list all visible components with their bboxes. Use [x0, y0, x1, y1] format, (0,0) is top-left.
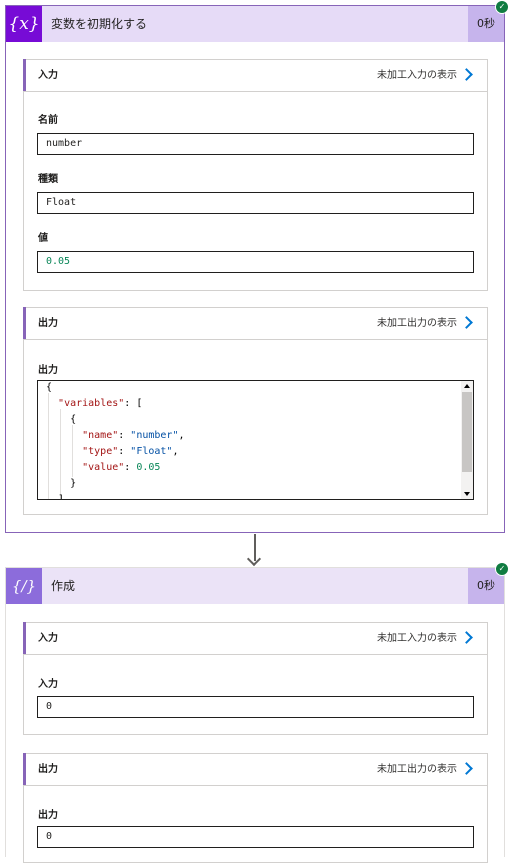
code-token: 0.05	[136, 462, 161, 473]
code-token: "number"	[130, 430, 179, 441]
code-token: "type"	[82, 446, 119, 457]
outputs-section: 出力 未加工出力の表示 出力 { "variables": [ { "name"…	[23, 307, 488, 515]
code-token: "variables"	[58, 398, 125, 409]
section-accent-bar	[23, 753, 26, 785]
code-token: [	[136, 398, 143, 409]
card-title: 変数を初期化する	[51, 17, 148, 31]
code-line: {	[46, 381, 53, 396]
show-raw-outputs-link[interactable]: 未加工出力の表示	[377, 308, 457, 339]
scrollbar-thumb[interactable]	[462, 392, 472, 472]
section-accent-bar	[23, 59, 26, 91]
chevron-right-icon[interactable]	[460, 762, 473, 775]
card-header[interactable]: {x} 変数を初期化する 0秒	[6, 6, 504, 42]
inputs-field: 0	[37, 696, 474, 718]
code-token: "Float"	[130, 446, 173, 457]
code-token: ]	[58, 494, 65, 500]
scroll-up-icon[interactable]	[464, 384, 470, 388]
json-output-viewer[interactable]: { "variables": [ { "name": "number", "ty…	[37, 380, 474, 500]
chevron-right-icon[interactable]	[460, 631, 473, 644]
field-label-inputs: 入力	[38, 679, 58, 690]
code-line: ]	[46, 492, 65, 500]
outputs-section: 出力 未加工出力の表示 出力 0	[23, 753, 488, 863]
inputs-header: 入力	[38, 633, 58, 644]
scroll-down-icon[interactable]	[464, 492, 470, 496]
outputs-field: 0	[37, 826, 474, 848]
variable-icon: {x}	[6, 6, 42, 42]
field-label-outputs: 出力	[38, 810, 58, 821]
code-line: "type": "Float",	[82, 446, 179, 457]
code-token: "name"	[82, 430, 119, 441]
success-check-icon: ✓	[495, 0, 508, 14]
name-field: number	[37, 133, 474, 155]
code-token: "value"	[82, 462, 125, 473]
field-label-type: 種類	[38, 174, 58, 185]
code-line: "value": 0.05	[82, 462, 161, 473]
code-line: "name": "number",	[82, 430, 185, 441]
section-accent-bar	[23, 622, 26, 654]
outputs-header: 出力	[38, 764, 58, 775]
chevron-right-icon[interactable]	[460, 68, 473, 81]
inputs-section: 入力 未加工入力の表示 名前 number 種類 Float 値 0.05	[23, 59, 488, 291]
arrow-down-icon	[246, 551, 262, 567]
type-field: Float	[37, 192, 474, 214]
code-token: }	[70, 478, 77, 489]
compose-card[interactable]: {/} 作成 0秒 入力 未加工入力の表示 入力 0 出力 未加工出力の表示 出…	[5, 567, 505, 863]
outputs-section-header[interactable]: 出力 未加工出力の表示	[23, 307, 487, 340]
code-line: }	[46, 476, 76, 492]
card-header[interactable]: {/} 作成 0秒	[6, 568, 504, 604]
code-line: {	[46, 412, 76, 428]
card-title: 作成	[51, 579, 76, 593]
initialize-variable-card[interactable]: {x} 変数を初期化する 0秒 入力 未加工入力の表示 名前 number 種類…	[5, 5, 505, 533]
field-label-name: 名前	[38, 115, 58, 126]
inputs-section-header[interactable]: 入力 未加工入力の表示	[23, 622, 487, 655]
success-check-icon: ✓	[495, 562, 508, 576]
inputs-section-header[interactable]: 入力 未加工入力の表示	[23, 59, 487, 92]
code-line: "variables": [	[58, 398, 143, 409]
value-field: 0.05	[37, 251, 474, 273]
field-label-outputs: 出力	[38, 365, 58, 376]
code-token: {	[46, 382, 53, 393]
field-label-value: 値	[38, 233, 48, 244]
show-raw-outputs-link[interactable]: 未加工出力の表示	[377, 754, 457, 785]
show-raw-inputs-link[interactable]: 未加工入力の表示	[377, 623, 457, 654]
inputs-header: 入力	[38, 70, 58, 81]
compose-icon: {/}	[6, 568, 42, 604]
inputs-section: 入力 未加工入力の表示 入力 0	[23, 622, 488, 735]
section-accent-bar	[23, 307, 26, 339]
outputs-header: 出力	[38, 318, 58, 329]
outputs-section-header[interactable]: 出力 未加工出力の表示	[23, 753, 487, 786]
scrollbar[interactable]	[461, 381, 473, 499]
code-token: {	[70, 414, 77, 425]
show-raw-inputs-link[interactable]: 未加工入力の表示	[377, 60, 457, 91]
chevron-right-icon[interactable]	[460, 316, 473, 329]
